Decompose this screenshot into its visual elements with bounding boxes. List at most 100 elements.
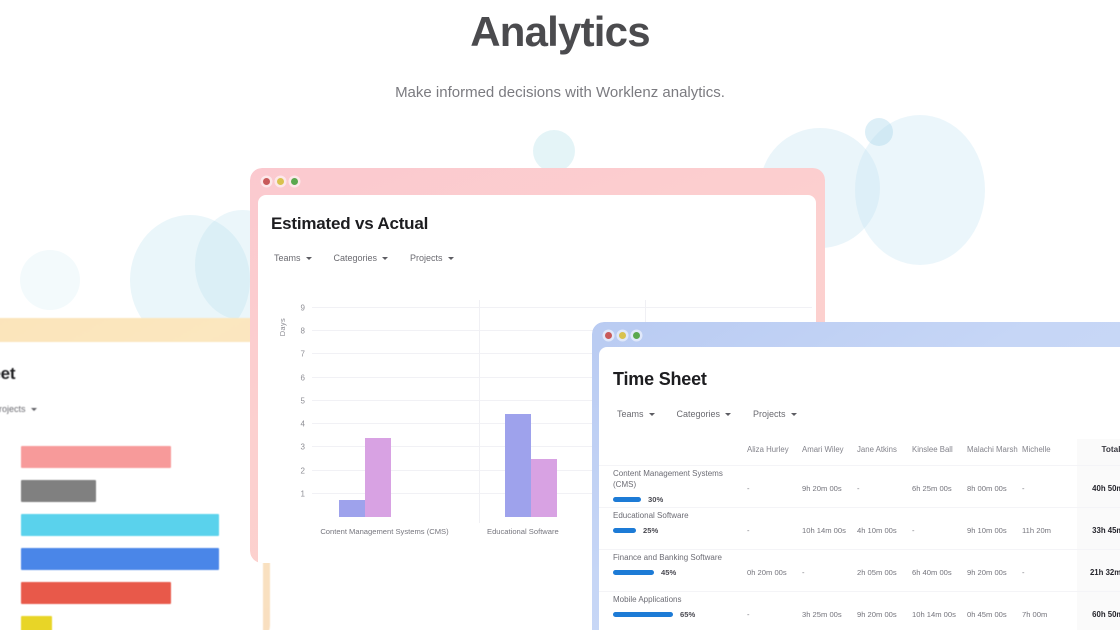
page-subtitle: Make informed decisions with Worklenz an… [395,84,725,101]
page-title: Analytics [470,8,650,55]
analytics-hero-section: Analytics Make informed decisions with W… [0,0,1120,630]
table-cell-project: Mobile Applications 65% [599,592,747,619]
table-row[interactable]: Content Management Systems (CMS) 30% - 9h 2… [599,465,1120,507]
projects-filter-label: Projects [0,404,26,414]
progress-percent: 30% [648,494,664,504]
progress-bar [613,496,641,502]
project-bar[interactable] [21,616,53,630]
categories-filter[interactable]: Categories [677,409,732,419]
chevron-down-icon [725,412,732,416]
y-axis-title: Days [278,318,287,337]
table-cell-time: 6h 40m 00s [912,568,952,577]
table-cell-time: 7h 00m [1022,610,1048,619]
table-cell-project: Content Management Systems (CMS) 30% [599,466,747,504]
maximize-icon[interactable] [291,177,298,185]
window-body: Projects Time Sheet Teams Categories Pro… [0,342,263,630]
chevron-down-icon [382,256,389,260]
project-bar-row[interactable]: Finance and Banking Software [0,508,263,542]
teams-filter-label: Teams [274,253,301,263]
decorative-circle [533,130,575,172]
project-name: Content Management Systems (CMS) [613,469,723,489]
y-axis-tick: 1 [300,489,305,499]
chart-bar-estimated[interactable] [338,499,365,517]
chevron-down-icon [447,256,454,260]
minimize-icon[interactable] [619,331,626,339]
bar-group[interactable] [338,308,391,517]
project-bar-label: Monthly To-Do's [0,588,21,599]
table-column-header: Jane Atkins [857,445,897,454]
project-bar-row[interactable]: Content Management Systems (CMS) [0,440,263,474]
table-cell-time: 11h 20m [1022,526,1051,535]
project-bar-track [21,440,263,474]
panel-title: Projects Time Sheet [0,364,16,383]
table-cell-time: - [1022,484,1025,493]
table-column-header: Amari Wiley [802,445,844,454]
progress-indicator: 45% [613,568,747,577]
chart-bar-actual[interactable] [364,438,391,517]
filter-bar: Teams Categories Projects [274,253,454,263]
y-axis-tick: 2 [300,466,305,476]
categories-filter[interactable]: Categories [334,253,389,263]
projects-filter[interactable]: Projects [410,253,454,263]
teams-filter[interactable]: Teams [274,253,312,263]
table-column-header: Malachi Marsh [967,445,1018,454]
table-cell-time: - [912,526,915,535]
table-cell-project: Educational Software 25% [599,508,747,535]
project-bar[interactable] [21,446,172,468]
project-bar-row[interactable]: Internet of Things (IoT) Appli [0,610,263,630]
project-bar-track [21,508,263,542]
table-cell-time: 9h 20m 00s [857,610,897,619]
project-bar-row[interactable]: Monthly To-Do's [0,576,263,610]
project-bar[interactable] [21,514,220,536]
table-cell-total: 33h 45m 3 [1077,508,1120,549]
projects-filter[interactable]: Projects [753,409,797,419]
bar-group[interactable] [505,308,558,517]
project-bar[interactable] [21,480,97,502]
project-bar-label: Content Management Systems (CMS) [0,452,21,463]
table-row[interactable]: Mobile Applications 65% - 3h 25m 00s 9h 20m … [599,591,1120,630]
table-row[interactable]: Finance and Banking Software 45% 0h 20m 00… [599,549,1120,591]
project-bar[interactable] [21,548,220,570]
projects-filter[interactable]: Projects [0,404,37,414]
table-header-row: Aliza Hurley Amari Wiley Jane Atkins Kinsle… [599,439,1120,465]
close-icon[interactable] [605,331,612,339]
chart-bar-estimated[interactable] [505,413,532,517]
table-cell-time: 10h 14m 00s [912,610,956,619]
progress-percent: 25% [643,525,659,535]
maximize-icon[interactable] [633,331,640,339]
table-row[interactable]: Educational Software 25% - 10h 14m 00s 4h 10… [599,507,1120,549]
project-bar-track [21,474,263,508]
table-cell-time: 8h 00m 00s [967,484,1007,493]
decorative-circle [865,118,893,146]
progress-bar [613,569,654,575]
chart-bar-actual[interactable] [531,458,558,517]
horizontal-bar-chart: Content Management Systems (CMS) Educatio… [0,440,263,630]
y-axis-tick: 8 [300,326,305,336]
table-cell-time: 0h 20m 00s [747,568,787,577]
table-cell-time: 9h 10m 00s [967,526,1007,535]
table-cell-time: 10h 14m 00s [802,526,846,535]
progress-bar [613,527,636,533]
y-axis-tick: 7 [300,349,305,359]
time-sheet-table: Aliza Hurley Amari Wiley Jane Atkins Kinsle… [599,439,1120,630]
project-bar[interactable] [21,582,172,604]
table-column-header: Kinslee Ball [912,445,953,454]
table-cell-time: 9h 20m 00s [802,484,842,493]
close-icon[interactable] [263,177,270,185]
table-column-header: Michelle [1022,445,1051,454]
teams-filter[interactable]: Teams [617,409,655,419]
chevron-down-icon [790,412,797,416]
x-axis-label: Content Management Systems (CMS) [320,527,449,536]
y-axis-tick: 3 [300,442,305,452]
window-titlebar [0,318,270,344]
minimize-icon[interactable] [277,177,284,185]
y-axis-tick: 5 [300,396,305,406]
table-column-header-total: Total [1077,439,1120,465]
project-bar-label: Educational Software [0,486,21,497]
table-corner-cell [599,439,747,442]
chevron-down-icon [305,256,312,260]
project-bar-row[interactable]: Mobile Applications [0,542,263,576]
progress-indicator: 65% [613,610,747,619]
project-bar-row[interactable]: Educational Software [0,474,263,508]
panel-title: Time Sheet [613,369,707,389]
